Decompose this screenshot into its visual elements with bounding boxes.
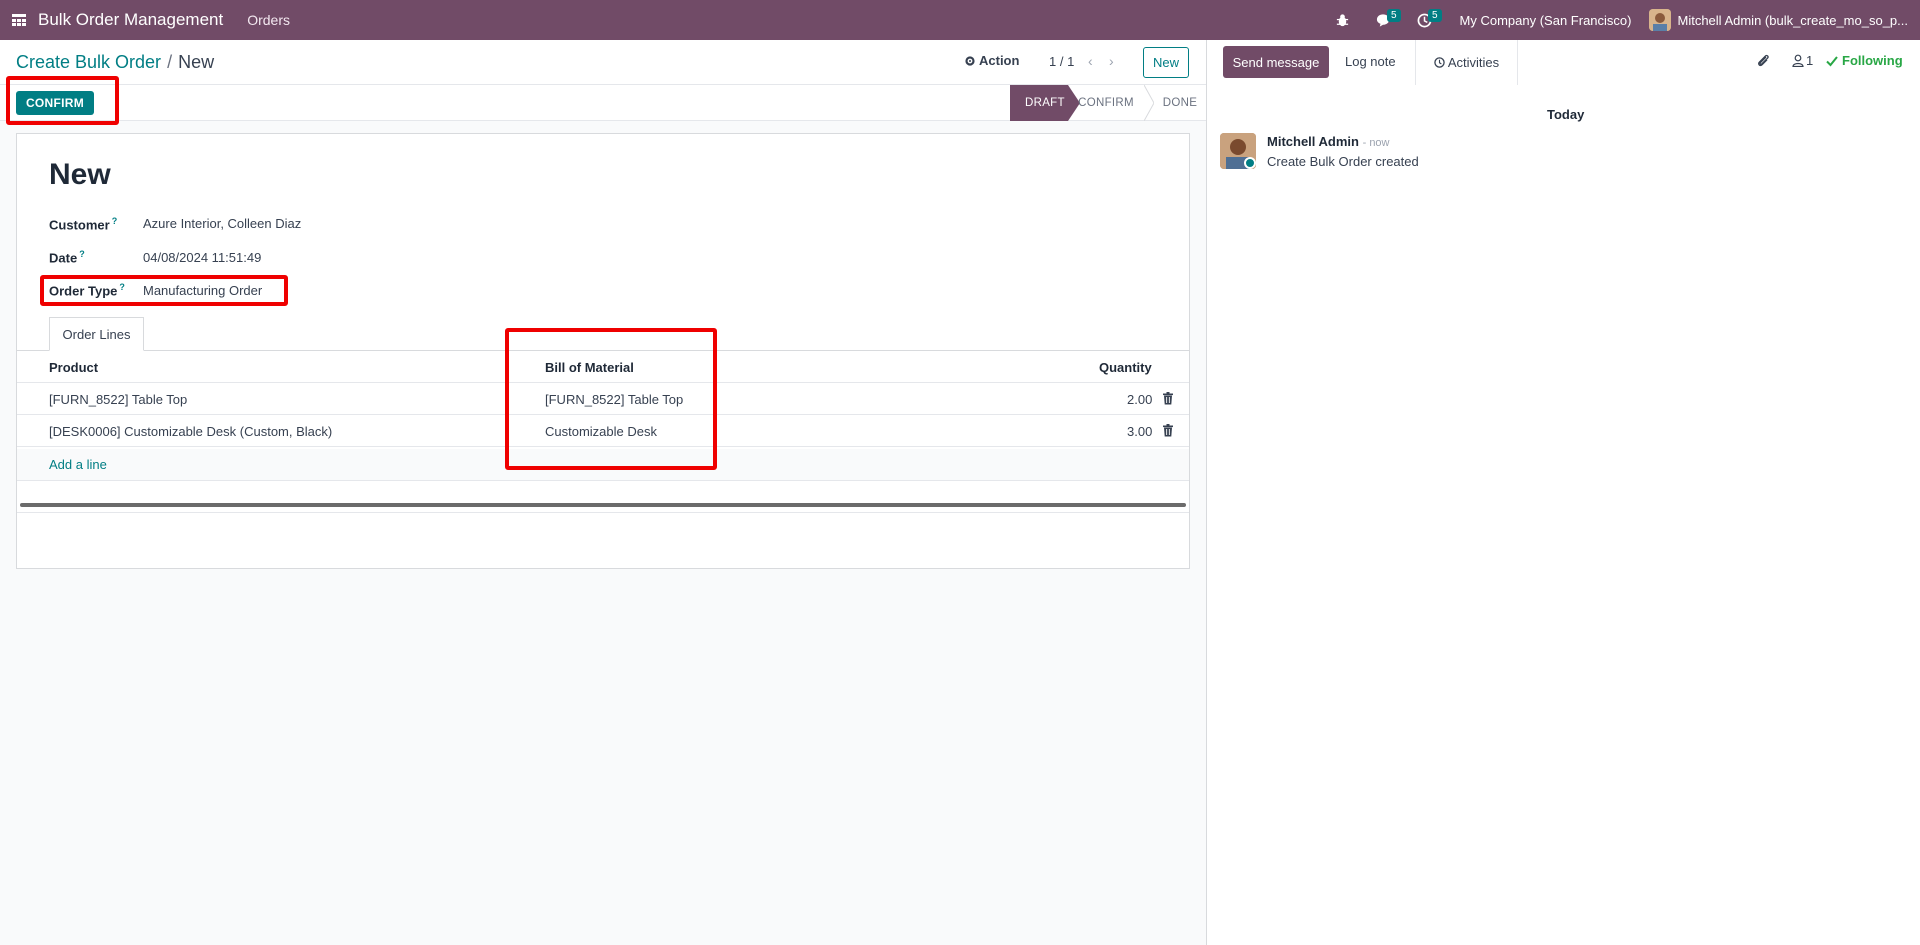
table-row[interactable]: [FURN_8522] Table Top [FURN_8522] Table … [17, 383, 1189, 415]
table-header: Product Bill of Material Quantity [17, 351, 1189, 383]
date-label: Date? [49, 249, 85, 266]
status-bar: CONFIRM DRAFT CONFIRM DONE [0, 85, 1206, 121]
help-tooltip-icon[interactable]: ? [112, 216, 118, 226]
paperclip-icon[interactable] [1755, 53, 1771, 69]
message-time: - now [1362, 137, 1390, 149]
date-separator: Today [1547, 107, 1585, 122]
user-avatar [1649, 9, 1672, 31]
message-author[interactable]: Mitchell Admin - now [1267, 134, 1390, 149]
breadcrumb-parent[interactable]: Create Bulk Order [16, 52, 161, 72]
chatter-toolbar: Send message Log note Activities 1 Follo… [1207, 40, 1920, 85]
action-label: Action [979, 53, 1020, 68]
breadcrumb: Create Bulk Order / New [16, 52, 214, 73]
trash-icon[interactable] [1162, 424, 1174, 437]
activities-label: Activities [1447, 55, 1500, 70]
table-footer-row [17, 481, 1189, 513]
clock-icon [1434, 57, 1445, 68]
row-bom[interactable]: [FURN_8522] Table Top [545, 392, 683, 407]
row-product[interactable]: [FURN_8522] Table Top [49, 392, 187, 407]
chat-badge: 5 [1386, 9, 1401, 22]
trash-icon[interactable] [1162, 392, 1174, 405]
action-menu-button[interactable]: Action [964, 53, 1019, 68]
form-area: Create Bulk Order / New Action 1 / 1 ‹ › N… [0, 40, 1206, 945]
followers-button[interactable]: 1 [1792, 53, 1813, 68]
pager-next-icon[interactable]: › [1109, 53, 1114, 69]
order-type-field[interactable]: Manufacturing Order [143, 283, 262, 298]
column-bill-of-material[interactable]: Bill of Material [545, 360, 634, 375]
stage-done[interactable]: DONE [1154, 85, 1206, 121]
breadcrumb-separator: / [167, 52, 173, 72]
confirm-button[interactable]: CONFIRM [16, 91, 94, 115]
stage-pipeline: DRAFT CONFIRM DONE [1010, 85, 1206, 121]
help-tooltip-icon[interactable]: ? [79, 249, 85, 259]
user-menu[interactable]: Mitchell Admin (bulk_create_mo_so_p... [1649, 9, 1908, 31]
stage-divider-icon [1144, 85, 1154, 121]
followers-count: 1 [1806, 53, 1814, 68]
new-record-button[interactable]: New [1143, 47, 1189, 78]
stage-draft[interactable]: DRAFT [1010, 85, 1068, 121]
control-panel: Create Bulk Order / New Action 1 / 1 ‹ › N… [0, 40, 1206, 85]
user-icon [1792, 54, 1804, 67]
top-navbar: Bulk Order Management Orders 5 5 My Comp… [0, 0, 1920, 40]
row-quantity[interactable]: 2.00 [1127, 392, 1152, 407]
horizontal-scrollbar[interactable] [20, 503, 1186, 507]
log-note-button[interactable]: Log note [1345, 54, 1396, 69]
send-message-button[interactable]: Send message [1223, 46, 1329, 78]
user-name: Mitchell Admin (bulk_create_mo_so_p... [1677, 12, 1908, 28]
add-line-link[interactable]: Add a line [49, 457, 107, 472]
record-title: New [49, 158, 111, 191]
customer-field[interactable]: Azure Interior, Colleen Diaz [143, 216, 301, 231]
row-product[interactable]: [DESK0006] Customizable Desk (Custom, Bl… [49, 424, 332, 439]
online-status-icon [1244, 157, 1256, 169]
company-switcher[interactable]: My Company (San Francisco) [1460, 13, 1632, 28]
help-tooltip-icon[interactable]: ? [119, 282, 125, 292]
date-field[interactable]: 04/08/2024 11:51:49 [143, 250, 261, 265]
activity-badge: 5 [1427, 9, 1442, 22]
menu-orders[interactable]: Orders [247, 12, 290, 28]
pager-value[interactable]: 1 / 1 [1049, 54, 1074, 69]
order-type-label: Order Type? [49, 282, 125, 299]
following-label: Following [1842, 53, 1903, 68]
form-sheet: New Customer? Azure Interior, Colleen Di… [16, 133, 1190, 569]
app-brand[interactable]: Bulk Order Management [38, 10, 223, 30]
customer-label: Customer? [49, 216, 118, 233]
following-button[interactable]: Following [1826, 53, 1903, 68]
check-icon [1826, 55, 1838, 66]
pager-prev-icon[interactable]: ‹ [1088, 53, 1093, 69]
gear-icon [965, 55, 975, 66]
tab-order-lines[interactable]: Order Lines [49, 317, 144, 351]
activity-clock-icon[interactable]: 5 [1409, 0, 1442, 40]
table-row[interactable]: [DESK0006] Customizable Desk (Custom, Bl… [17, 415, 1189, 447]
messaging-chat-icon[interactable]: 5 [1368, 0, 1401, 40]
column-quantity[interactable]: Quantity [1099, 360, 1152, 375]
row-bom[interactable]: Customizable Desk [545, 424, 657, 439]
row-quantity[interactable]: 3.00 [1127, 424, 1152, 439]
debug-bug-icon[interactable] [1327, 0, 1358, 40]
apps-menu-icon[interactable] [0, 0, 38, 40]
chatter-panel: Send message Log note Activities 1 Follo… [1206, 40, 1920, 945]
column-product[interactable]: Product [49, 360, 98, 375]
activities-button[interactable]: Activities [1415, 40, 1518, 85]
add-line-row [17, 449, 1189, 481]
stage-confirm[interactable]: CONFIRM [1068, 85, 1144, 121]
breadcrumb-current: New [178, 52, 215, 72]
message-body: Create Bulk Order created [1267, 154, 1419, 169]
